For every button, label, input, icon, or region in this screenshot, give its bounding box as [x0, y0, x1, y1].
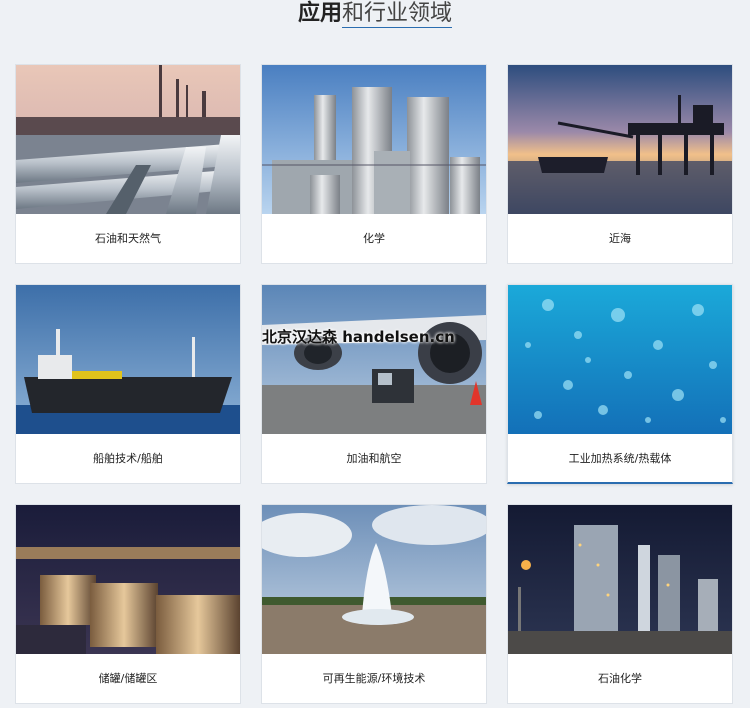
card-chemical[interactable]: 化学: [261, 64, 487, 264]
card-aviation[interactable]: 加油和航空: [261, 284, 487, 484]
card-label: 化学: [363, 232, 385, 245]
card-label: 可再生能源/环境技术: [322, 672, 426, 685]
ship-image: [16, 285, 240, 434]
card-oil-gas[interactable]: 石油和天然气: [15, 64, 241, 264]
card-renewable[interactable]: 可再生能源/环境技术: [261, 504, 487, 704]
card-label: 加油和航空: [346, 452, 402, 465]
card-tank-farm[interactable]: 储罐/储罐区: [15, 504, 241, 704]
card-label: 工业加热系统/热载体: [568, 452, 672, 465]
card-label: 船舶技术/船舶: [93, 452, 163, 465]
section-title-bold: 应用: [297, 1, 342, 26]
aircraft-fueling-image: [262, 285, 486, 434]
pipeline-image: [16, 65, 240, 214]
tank-farm-image: [16, 505, 240, 654]
section-title-rest: 和行业领域: [342, 1, 453, 28]
geyser-image: [262, 505, 486, 654]
card-label: 石油和天然气: [95, 232, 161, 245]
section-title: 应用和行业领域: [0, 0, 750, 30]
card-industrial-heating[interactable]: 工业加热系统/热载体: [507, 284, 733, 484]
bubbles-image: [508, 285, 732, 434]
card-marine[interactable]: 船舶技术/船舶: [15, 284, 241, 484]
watermark: 北京汉达森 handelsen.cn: [262, 328, 455, 346]
chemical-plant-image: [262, 65, 486, 214]
card-label: 储罐/储罐区: [98, 672, 158, 685]
refinery-night-image: [508, 505, 732, 654]
card-offshore[interactable]: 近海: [507, 64, 733, 264]
card-label: 近海: [609, 232, 631, 245]
card-petrochemical[interactable]: 石油化学: [507, 504, 733, 704]
offshore-platform-image: [508, 65, 732, 214]
card-label: 石油化学: [598, 672, 642, 685]
